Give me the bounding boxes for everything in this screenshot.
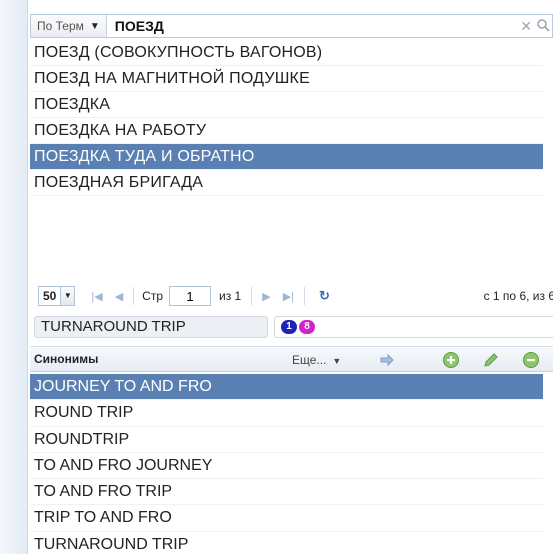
synonyms-list: JOURNEY TO AND FRO ROUND TRIP ROUNDTRIP … xyxy=(30,374,543,554)
synonym-row[interactable]: TURNAROUND TRIP xyxy=(30,532,543,554)
toolbar-separator xyxy=(304,287,306,305)
left-panel-edge xyxy=(0,0,28,554)
toolbar-separator xyxy=(251,287,253,305)
term-row[interactable]: ПОЕЗДКА НА РАБОТУ xyxy=(30,118,543,144)
term-row[interactable]: ПОЕЗДКА xyxy=(30,92,543,118)
refresh-icon[interactable]: ↻ xyxy=(319,288,330,304)
synonyms-title: Синонимы xyxy=(34,352,99,366)
add-icon[interactable] xyxy=(442,351,460,369)
term-list: ПОЕЗД (СОВОКУПНОСТЬ ВАГОНОВ) ПОЕЗД НА МА… xyxy=(30,40,543,196)
search-icon[interactable] xyxy=(536,18,550,32)
count-badge-magenta[interactable]: 8 xyxy=(299,320,315,334)
term-row[interactable]: ПОЕЗД НА МАГНИТНОЙ ПОДУШКЕ xyxy=(30,66,543,92)
synonym-row[interactable]: TO AND FRO TRIP xyxy=(30,479,543,506)
search-input[interactable] xyxy=(106,16,467,36)
paging-info: с 1 по 6, из 6 xyxy=(483,289,553,303)
clear-icon[interactable]: ✕ xyxy=(520,18,532,35)
chevron-down-icon: ▼ xyxy=(89,20,100,32)
more-button[interactable]: Еще... ▼ xyxy=(292,353,341,367)
chevron-down-icon: ▼ xyxy=(332,356,342,366)
paging-toolbar: 50 ▼ |◀ ◀ Стр из 1 ▶ ▶| ↻ с 1 по 6, из 6 xyxy=(30,283,553,309)
page-size-select[interactable]: 50 ▼ xyxy=(38,286,76,306)
first-page-icon[interactable]: |◀ xyxy=(91,290,102,303)
selected-term-label: TURNAROUND TRIP xyxy=(34,316,268,338)
search-mode-select[interactable]: По Терм ▼ xyxy=(31,15,107,37)
search-bar: По Терм ▼ ✕ xyxy=(30,14,553,38)
count-badge-blue[interactable]: 1 xyxy=(281,320,297,334)
synonym-row-selected[interactable]: JOURNEY TO AND FRO xyxy=(30,374,543,401)
edit-icon[interactable] xyxy=(482,351,500,369)
term-row[interactable]: ПОЕЗДНАЯ БРИГАДА xyxy=(30,170,543,196)
prev-page-icon[interactable]: ◀ xyxy=(115,290,123,303)
page-label: Стр xyxy=(142,289,163,303)
synonym-row[interactable]: TRIP TO AND FRO xyxy=(30,505,543,532)
next-page-icon[interactable]: ▶ xyxy=(262,290,270,303)
synonym-row[interactable]: TO AND FRO JOURNEY xyxy=(30,453,543,480)
remove-icon[interactable] xyxy=(522,351,540,369)
toolbar-separator xyxy=(133,287,135,305)
page-number-input[interactable] xyxy=(169,286,211,306)
synonyms-toolbar: Синонимы Еще... ▼ xyxy=(30,346,553,372)
term-row[interactable]: ПОЕЗД (СОВОКУПНОСТЬ ВАГОНОВ) xyxy=(30,40,543,66)
chevron-down-icon: ▼ xyxy=(60,287,75,305)
last-page-icon[interactable]: ▶| xyxy=(283,290,294,303)
move-icon[interactable] xyxy=(378,351,396,369)
term-row-selected[interactable]: ПОЕЗДКА ТУДА И ОБРАТНО xyxy=(30,144,543,170)
search-mode-label: По Терм xyxy=(37,19,84,33)
term-badges: 1 8 xyxy=(274,316,553,338)
page-count-label: из 1 xyxy=(219,289,242,303)
synonym-row[interactable]: ROUNDTRIP xyxy=(30,427,543,453)
more-label: Еще... xyxy=(292,353,327,367)
page-size-value: 50 xyxy=(43,289,57,303)
synonym-row[interactable]: ROUND TRIP xyxy=(30,400,543,427)
